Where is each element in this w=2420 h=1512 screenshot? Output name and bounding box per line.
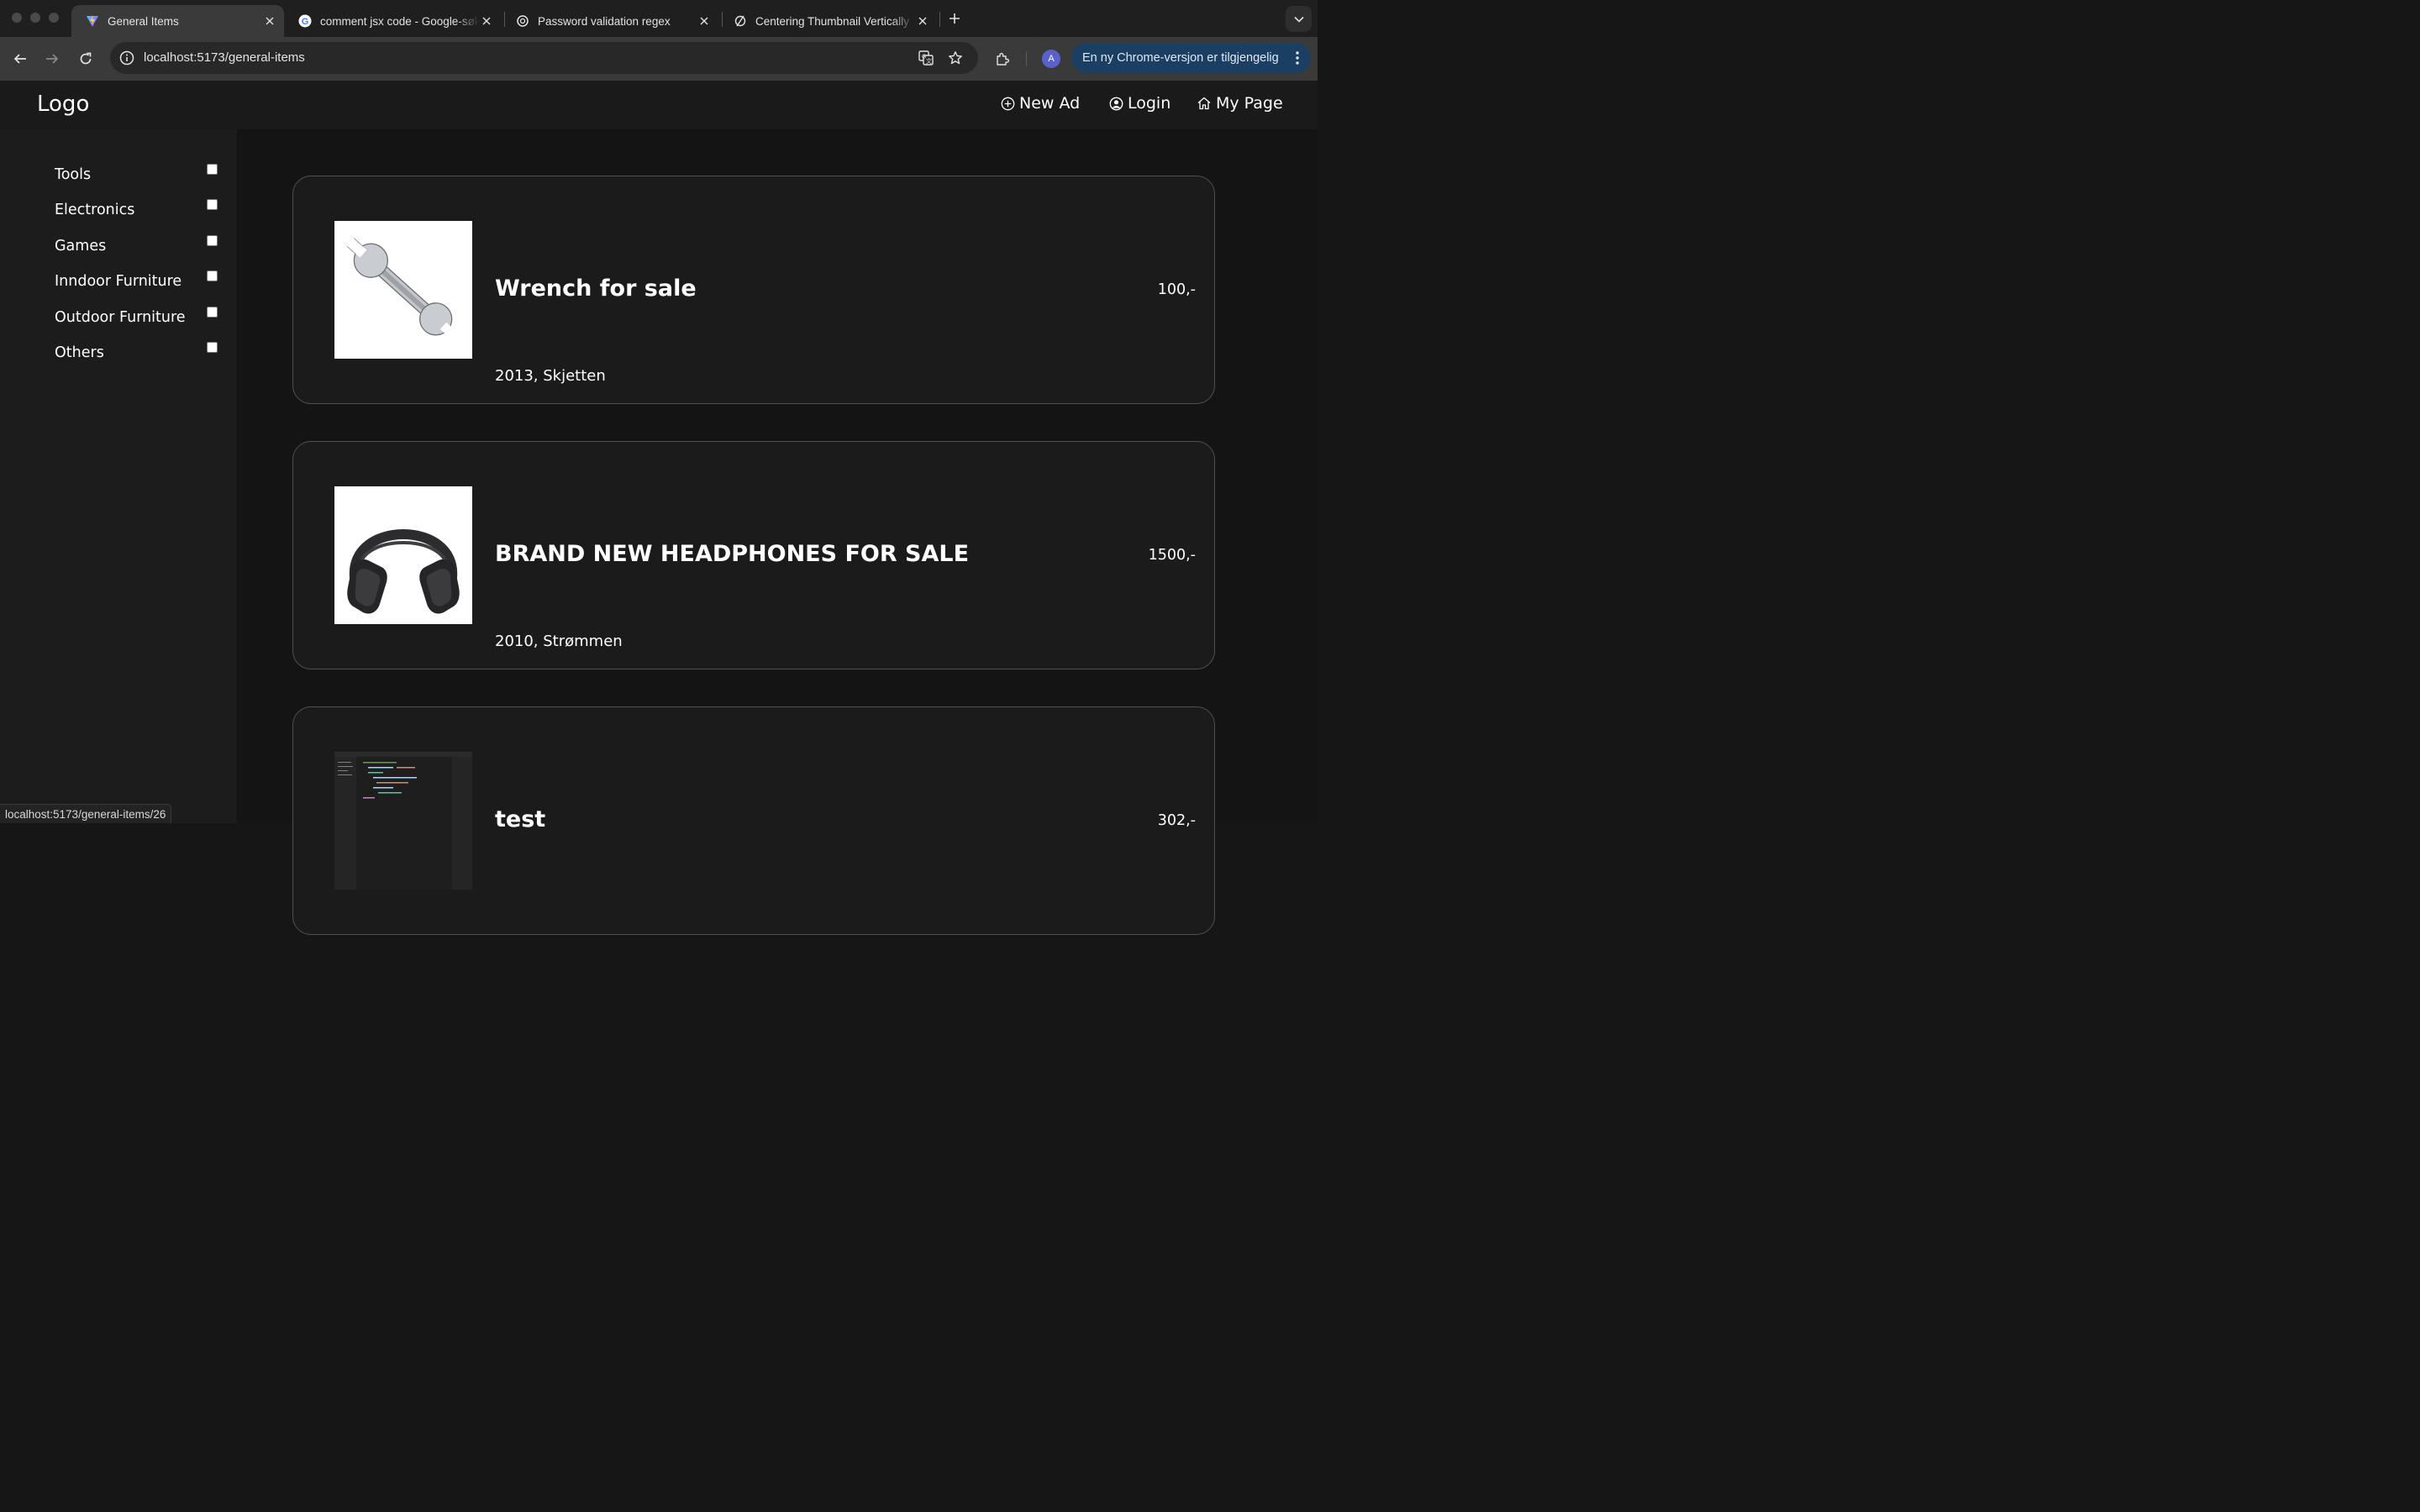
category-checkbox[interactable]	[207, 164, 218, 175]
chrome-update-button[interactable]: En ny Chrome-versjon er tilgjengelig	[1071, 43, 1311, 73]
category-filter-others: Others	[55, 342, 223, 366]
item-price: 100,-	[1157, 281, 1196, 298]
headphones-image	[334, 486, 472, 624]
logo[interactable]: Logo	[37, 92, 89, 117]
toolbar-separator	[1026, 51, 1027, 66]
category-filter-sidebar: Tools Electronics Games Inndoor Furnitur…	[0, 129, 237, 823]
vite-icon	[86, 14, 99, 28]
wrench-image	[334, 221, 472, 359]
category-label: Tools	[55, 166, 92, 183]
extensions-puzzle-icon[interactable]	[992, 48, 1013, 70]
item-title[interactable]: Wrench for sale	[495, 276, 697, 302]
category-checkbox[interactable]	[207, 270, 218, 281]
close-tab-icon[interactable]	[262, 13, 277, 29]
app-header: Logo New Ad Login My Page	[0, 81, 1318, 129]
google-icon: G	[298, 14, 312, 28]
category-label: Inndoor Furniture	[55, 273, 182, 290]
close-tab-icon[interactable]	[697, 13, 712, 29]
category-checkbox[interactable]	[207, 199, 218, 210]
category-checkbox[interactable]	[207, 307, 218, 318]
code-screenshot-image	[334, 752, 472, 890]
browser-tab-password-regex[interactable]: Password validation regex	[502, 5, 718, 37]
svg-text:文: 文	[926, 57, 932, 65]
chevron-down-icon	[1293, 16, 1304, 23]
close-tab-icon[interactable]	[479, 13, 494, 29]
category-checkbox[interactable]	[207, 235, 218, 246]
tab-search-button[interactable]	[1286, 6, 1312, 32]
item-card-headphones[interactable]: BRAND NEW HEADPHONES FOR SALE 1500,- 201…	[292, 441, 1215, 669]
login-link[interactable]: Login	[1108, 94, 1171, 113]
translate-icon[interactable]: G文	[918, 50, 934, 66]
profile-avatar[interactable]: A	[1042, 50, 1060, 68]
tab-title: Centering Thumbnail Vertically	[755, 14, 909, 28]
item-price: 1500,-	[1148, 547, 1196, 564]
category-filter-indoor-furniture: Inndoor Furniture	[55, 270, 223, 295]
category-checkbox[interactable]	[207, 342, 218, 353]
openai-icon	[516, 14, 529, 28]
my-page-label: My Page	[1216, 94, 1283, 113]
item-meta: 2013, Skjetten	[495, 367, 606, 385]
perplexity-icon	[734, 14, 747, 28]
category-filter-electronics: Electronics	[55, 199, 223, 223]
my-page-link[interactable]: My Page	[1197, 94, 1283, 113]
category-label: Outdoor Furniture	[55, 309, 186, 326]
item-meta: 2010, Strømmen	[495, 633, 623, 650]
item-card-test[interactable]: test 302,-	[292, 706, 1215, 935]
category-label: Games	[55, 238, 107, 255]
forward-icon[interactable]	[41, 48, 63, 70]
browser-tab-centering-thumbnail[interactable]: Centering Thumbnail Vertically	[719, 5, 937, 37]
plus-circle-icon	[1000, 96, 1015, 111]
home-icon	[1197, 96, 1212, 111]
address-bar[interactable]: localhost:5173/general-items G文	[110, 42, 978, 74]
login-label: Login	[1128, 94, 1171, 113]
link-preview-status: localhost:5173/general-items/26	[0, 804, 172, 823]
category-filter-games: Games	[55, 235, 223, 260]
back-icon[interactable]	[9, 48, 31, 70]
update-label: En ny Chrome-versjon er tilgjengelig	[1082, 51, 1279, 65]
svg-text:G: G	[302, 17, 309, 27]
user-circle-icon	[1108, 96, 1123, 111]
browser-tab-strip: General Items G comment jsx code - Googl…	[0, 0, 1318, 37]
more-menu-icon[interactable]	[1293, 50, 1302, 66]
browser-tab-general-items[interactable]: General Items	[71, 5, 284, 37]
tab-title: General Items	[108, 14, 179, 28]
category-label: Others	[55, 344, 104, 361]
browser-tab-google-search[interactable]: G comment jsx code - Google-søk	[284, 5, 501, 37]
item-price: 302,-	[1157, 812, 1196, 829]
url-text[interactable]: localhost:5173/general-items	[144, 50, 305, 65]
window-zoom-button[interactable]	[49, 13, 59, 23]
browser-toolbar: localhost:5173/general-items G文 A En ny …	[0, 37, 1318, 81]
site-info-icon[interactable]	[118, 50, 135, 66]
reload-icon[interactable]	[75, 48, 97, 70]
category-label: Electronics	[55, 202, 135, 218]
bookmark-star-icon[interactable]	[947, 50, 964, 66]
category-filter-tools: Tools	[55, 164, 223, 188]
new-tab-icon[interactable]	[946, 10, 963, 27]
window-minimize-button[interactable]	[30, 13, 40, 23]
new-ad-link[interactable]: New Ad	[1000, 94, 1080, 113]
new-ad-label: New Ad	[1019, 94, 1081, 113]
tab-title: comment jsx code - Google-søk	[320, 14, 479, 28]
tab-title: Password validation regex	[538, 14, 671, 28]
item-card-wrench[interactable]: Wrench for sale 100,- 2013, Skjetten	[292, 176, 1215, 404]
close-tab-icon[interactable]	[915, 13, 930, 29]
category-filter-outdoor-furniture: Outdoor Furniture	[55, 307, 223, 331]
item-title[interactable]: BRAND NEW HEADPHONES FOR SALE	[495, 541, 969, 567]
tab-separator	[939, 12, 940, 27]
item-title[interactable]: test	[495, 806, 545, 832]
window-close-button[interactable]	[12, 13, 22, 23]
